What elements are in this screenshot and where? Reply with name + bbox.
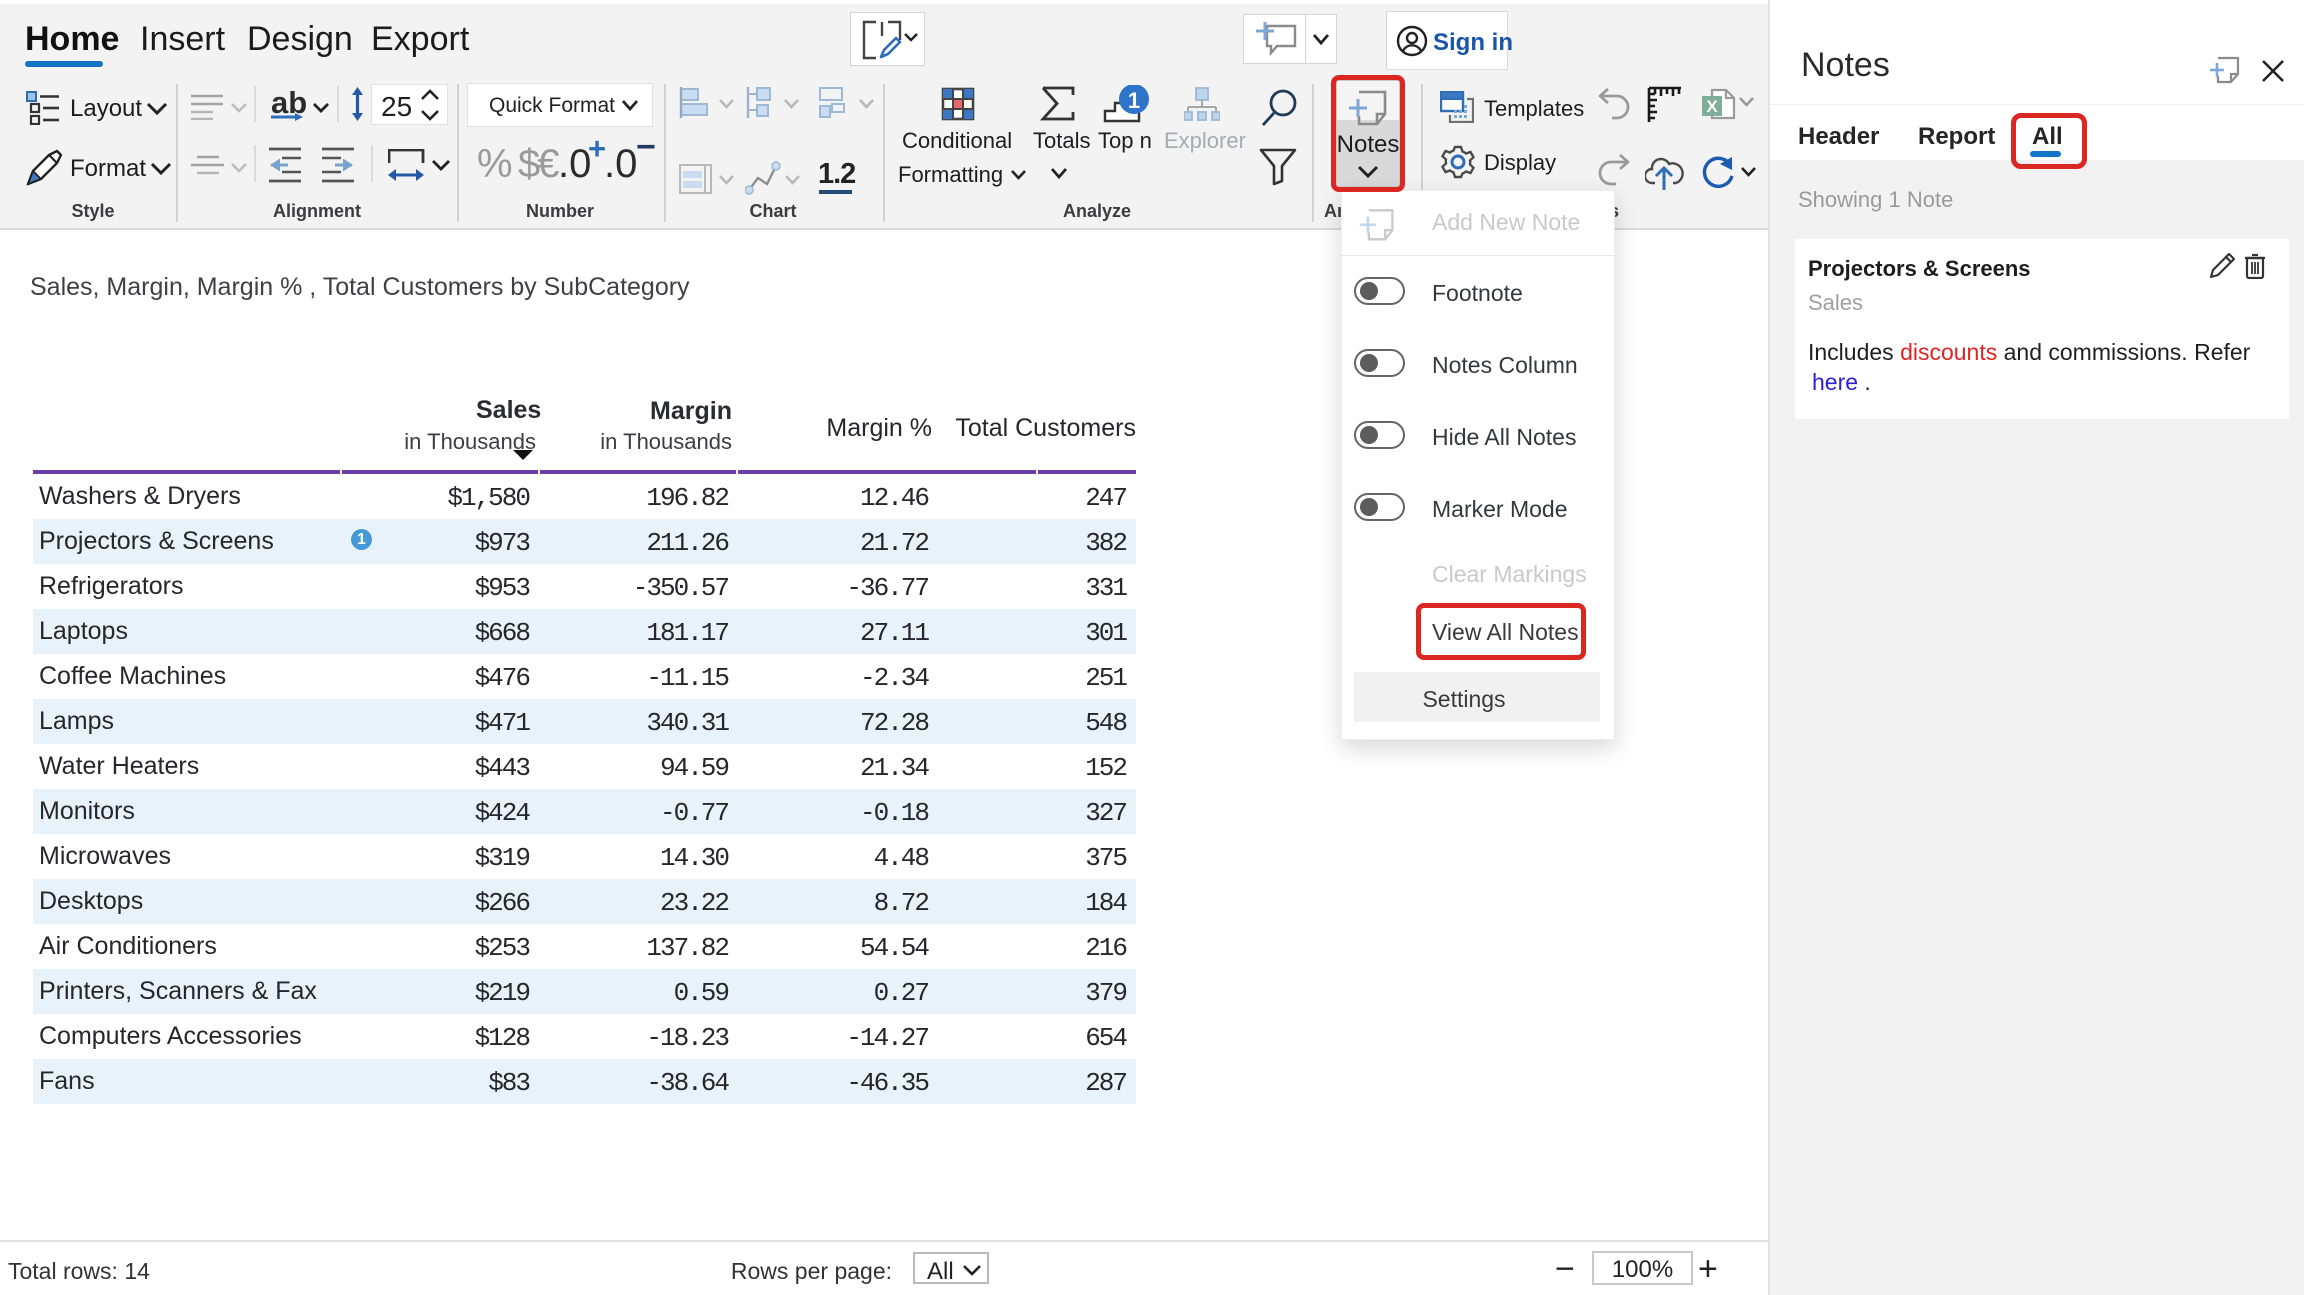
svg-text:1: 1: [1128, 88, 1140, 113]
svg-text:X: X: [1706, 97, 1718, 116]
